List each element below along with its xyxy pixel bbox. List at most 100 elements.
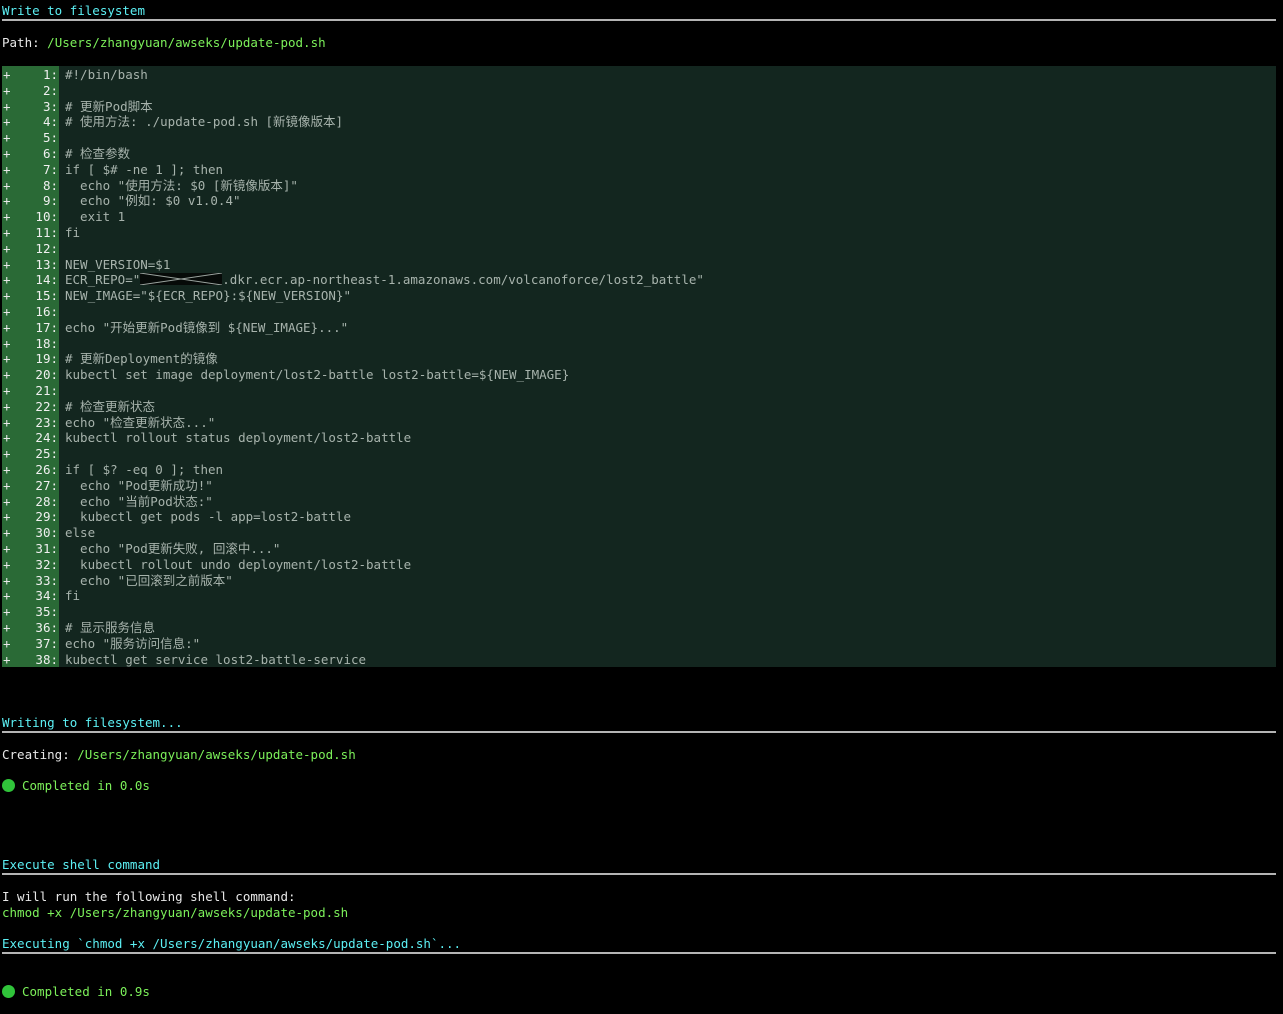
code-text: kubectl set image deployment/lost2-battl…	[65, 367, 569, 383]
code-text-segment: #!/bin/bash	[65, 67, 148, 82]
code-text: kubectl get service lost2-battle-service	[65, 652, 366, 668]
line-number: 15:	[35, 288, 58, 304]
code-line: +37: echo "服务访问信息:"	[2, 636, 1276, 652]
code-text-segment: ECR_REPO="	[65, 272, 141, 288]
code-text: # 更新Deployment的镜像	[65, 351, 218, 367]
line-number: 23:	[35, 414, 58, 430]
code-text: echo "开始更新Pod镜像到 ${NEW_IMAGE}..."	[65, 320, 348, 336]
code-line: +4: # 使用方法: ./update-pod.sh [新镜像版本]	[2, 114, 1276, 130]
section-divider	[2, 19, 1276, 21]
write-section-heading: Write to filesystem	[2, 3, 145, 18]
code-text-segment: echo "例如: $0 v1.0.4"	[65, 193, 241, 209]
diff-add-marker: +	[3, 319, 11, 335]
diff-add-marker: +	[3, 130, 11, 146]
code-line: +32: kubectl rollout undo deployment/los…	[2, 557, 1276, 573]
code-text-segment: kubectl set image deployment/lost2-battl…	[65, 367, 570, 383]
code-text-segment: # 检查更新状态	[65, 398, 156, 414]
code-line: +28: echo "当前Pod状态:"	[2, 494, 1276, 510]
line-number: 36:	[35, 620, 58, 635]
line-number: 24:	[35, 430, 58, 446]
diff-add-marker: +	[3, 383, 11, 398]
line-number: 13:	[35, 256, 58, 272]
code-text: exit 1	[65, 209, 125, 225]
code-line: +19: # 更新Deployment的镜像	[2, 351, 1276, 367]
diff-add-marker: +	[3, 193, 11, 209]
diff-add-marker: +	[3, 177, 11, 193]
green-circle-icon	[2, 985, 15, 998]
creating-label: Creating:	[2, 747, 70, 762]
code-text-segment: fi	[65, 225, 81, 240]
line-number: 19:	[35, 351, 58, 367]
diff-add-marker: +	[3, 351, 11, 367]
code-text: # 检查更新状态	[65, 399, 155, 415]
line-number: 33:	[35, 572, 58, 588]
code-text-segment: # 检查参数	[65, 146, 131, 161]
redaction-box	[140, 273, 223, 286]
diff-add-marker: +	[3, 635, 11, 651]
shell-intro: I will run the following shell command:	[2, 889, 296, 904]
shell-command: chmod +x /Users/zhangyuan/awseks/update-…	[2, 905, 349, 920]
line-number: 5:	[42, 130, 58, 146]
code-line: +15: NEW_IMAGE="${ECR_REPO}:${NEW_VERSION…	[2, 288, 1276, 304]
code-line: +7: if [ $# -ne 1 ]; then	[2, 162, 1276, 178]
line-number: 18:	[35, 335, 58, 351]
code-text-segment: NEW_VERSION=$1	[65, 256, 171, 272]
code-line: +2:	[2, 83, 1276, 99]
code-line: +5:	[2, 130, 1276, 146]
code-text: if [ $? -eq 0 ]; then	[65, 462, 223, 478]
code-text: echo "当前Pod状态:"	[65, 494, 213, 510]
line-number: 21:	[35, 383, 58, 398]
code-text: # 显示服务信息	[65, 620, 155, 636]
code-line: +35:	[2, 604, 1276, 620]
code-line: +24: kubectl rollout status deployment/lo…	[2, 430, 1276, 446]
diff-add-marker: +	[3, 604, 11, 620]
code-text: echo "Pod更新失败, 回滚中..."	[65, 541, 280, 557]
diff-add-marker: +	[3, 98, 11, 114]
code-text: kubectl rollout undo deployment/lost2-ba…	[65, 557, 411, 573]
code-text: echo "已回滚到之前版本"	[65, 573, 233, 589]
diff-add-marker: +	[3, 588, 11, 604]
diff-add-marker: +	[3, 462, 11, 477]
diff-add-marker: +	[3, 161, 11, 177]
line-number: 11:	[35, 225, 58, 240]
write-completed-text: Completed in 0.0s	[22, 778, 150, 793]
code-line: +18:	[2, 336, 1276, 352]
line-number: 32:	[35, 556, 58, 572]
code-line: +3: # 更新Pod脚本	[2, 99, 1276, 115]
executing-line: Executing `chmod +x /Users/zhangyuan/aws…	[2, 936, 462, 951]
code-text-segment: NEW_IMAGE="${ECR_REPO}:${NEW_VERSION}"	[65, 288, 351, 304]
code-line: +14: ECR_REPO=" .dkr.ecr.ap-northeast-1.am…	[2, 272, 1276, 288]
line-number: 3:	[42, 98, 58, 114]
path-value: /Users/zhangyuan/awseks/update-pod.sh	[47, 35, 326, 50]
diff-add-marker: +	[3, 620, 11, 635]
green-circle-icon	[2, 779, 15, 792]
diff-add-marker: +	[3, 82, 11, 98]
code-text-segment: .dkr.ecr.ap-northeast-1.amazonaws.com/vo…	[222, 272, 704, 288]
code-text-segment: # 显示服务信息	[65, 620, 156, 635]
code-text-segment: kubectl rollout status deployment/lost2-…	[65, 430, 412, 446]
code-text-segment: echo "检查更新状态..."	[65, 414, 216, 430]
code-text-segment: echo "使用方法: $0 [新镜像版本]"	[65, 177, 298, 193]
code-text: fi	[65, 588, 80, 604]
code-diff-block: +1: #!/bin/bash +2: +3: # 更新Pod脚本 +4: # 使用方法: …	[2, 66, 1276, 667]
code-text: NEW_IMAGE="${ECR_REPO}:${NEW_VERSION}"	[65, 288, 351, 304]
code-line: +34: fi	[2, 588, 1276, 604]
line-number: 9:	[42, 193, 58, 209]
code-text: else	[65, 525, 95, 541]
code-line: +1: #!/bin/bash	[2, 67, 1276, 83]
diff-add-marker: +	[3, 367, 11, 383]
line-number: 37:	[35, 635, 58, 651]
line-number: 25:	[35, 446, 58, 462]
code-line: +20: kubectl set image deployment/lost2-b…	[2, 367, 1276, 383]
code-line: +33: echo "已回滚到之前版本"	[2, 573, 1276, 589]
diff-add-marker: +	[3, 493, 11, 509]
code-text-segment: exit 1	[65, 209, 126, 225]
section-divider	[2, 873, 1276, 875]
line-number: 2:	[42, 82, 58, 98]
line-number: 1:	[42, 67, 58, 82]
path-label: Path:	[2, 35, 40, 50]
code-text: NEW_VERSION=$1	[65, 257, 170, 273]
code-line: +25:	[2, 446, 1276, 462]
code-text-segment: # 更新Deployment的镜像	[65, 351, 218, 367]
diff-add-marker: +	[3, 225, 11, 240]
